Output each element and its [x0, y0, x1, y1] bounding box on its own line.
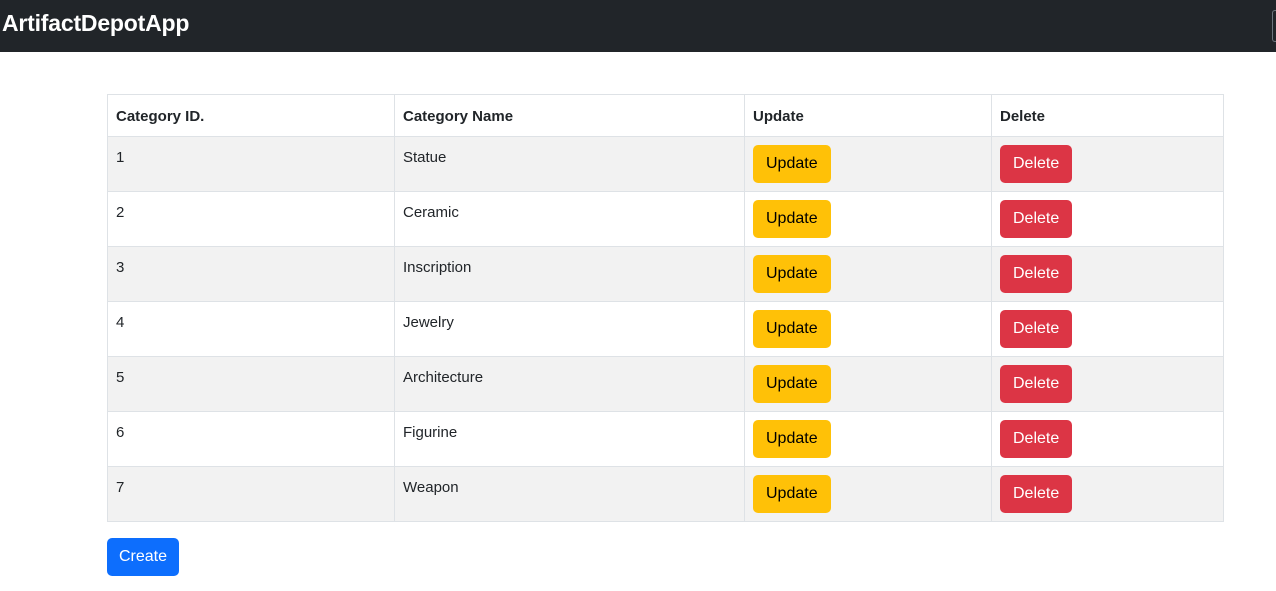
column-header-delete: Delete [991, 94, 1224, 137]
category-name-cell: Ceramic [394, 191, 745, 247]
delete-button[interactable]: Delete [1000, 255, 1073, 293]
column-header-category-name: Category Name [394, 94, 745, 137]
category-id-cell: 6 [107, 411, 395, 467]
create-button[interactable]: Create [107, 538, 180, 576]
category-name-cell: Weapon [394, 466, 745, 522]
delete-cell: Delete [991, 301, 1224, 357]
table-header: Category ID. Category Name Update Delete [107, 94, 1224, 137]
category-name-cell: Figurine [394, 411, 745, 467]
update-button[interactable]: Update [753, 255, 831, 293]
column-header-update: Update [744, 94, 992, 137]
update-cell: Update [744, 136, 992, 192]
delete-button[interactable]: Delete [1000, 200, 1073, 238]
update-button[interactable]: Update [753, 145, 831, 183]
update-cell: Update [744, 356, 992, 412]
table-row: 2 Ceramic Update Delete [107, 191, 1224, 247]
delete-cell: Delete [991, 191, 1224, 247]
update-button[interactable]: Update [753, 475, 831, 513]
categories-table: Category ID. Category Name Update Delete… [107, 94, 1224, 522]
table-row: 4 Jewelry Update Delete [107, 301, 1224, 357]
app-brand-link[interactable]: ArtifactDepotApp [2, 9, 189, 37]
delete-button[interactable]: Delete [1000, 145, 1073, 183]
delete-button[interactable]: Delete [1000, 475, 1073, 513]
category-id-cell: 5 [107, 356, 395, 412]
update-cell: Update [744, 191, 992, 247]
update-button[interactable]: Update [753, 310, 831, 348]
delete-cell: Delete [991, 356, 1224, 412]
categories-table-container: Category ID. Category Name Update Delete… [107, 94, 1224, 522]
category-name-cell: Inscription [394, 246, 745, 302]
table-row: 3 Inscription Update Delete [107, 246, 1224, 302]
table-row: 7 Weapon Update Delete [107, 466, 1224, 522]
delete-cell: Delete [991, 136, 1224, 192]
delete-cell: Delete [991, 246, 1224, 302]
top-navbar: ArtifactDepotApp [0, 0, 1276, 52]
delete-cell: Delete [991, 411, 1224, 467]
navbar-toggler-edge[interactable] [1272, 10, 1276, 42]
category-name-cell: Jewelry [394, 301, 745, 357]
table-row: 1 Statue Update Delete [107, 136, 1224, 192]
delete-cell: Delete [991, 466, 1224, 522]
delete-button[interactable]: Delete [1000, 365, 1073, 403]
delete-button[interactable]: Delete [1000, 420, 1073, 458]
category-id-cell: 2 [107, 191, 395, 247]
table-row: 6 Figurine Update Delete [107, 411, 1224, 467]
update-cell: Update [744, 301, 992, 357]
update-button[interactable]: Update [753, 420, 831, 458]
delete-button[interactable]: Delete [1000, 310, 1073, 348]
category-id-cell: 4 [107, 301, 395, 357]
category-id-cell: 7 [107, 466, 395, 522]
category-name-cell: Statue [394, 136, 745, 192]
category-id-cell: 1 [107, 136, 395, 192]
table-row: 5 Architecture Update Delete [107, 356, 1224, 412]
category-name-cell: Architecture [394, 356, 745, 412]
column-header-category-id: Category ID. [107, 94, 395, 137]
table-body: 1 Statue Update Delete 2 Ceramic Update … [107, 136, 1224, 522]
category-id-cell: 3 [107, 246, 395, 302]
update-cell: Update [744, 411, 992, 467]
table-header-row: Category ID. Category Name Update Delete [107, 94, 1224, 137]
update-cell: Update [744, 246, 992, 302]
update-cell: Update [744, 466, 992, 522]
update-button[interactable]: Update [753, 200, 831, 238]
update-button[interactable]: Update [753, 365, 831, 403]
